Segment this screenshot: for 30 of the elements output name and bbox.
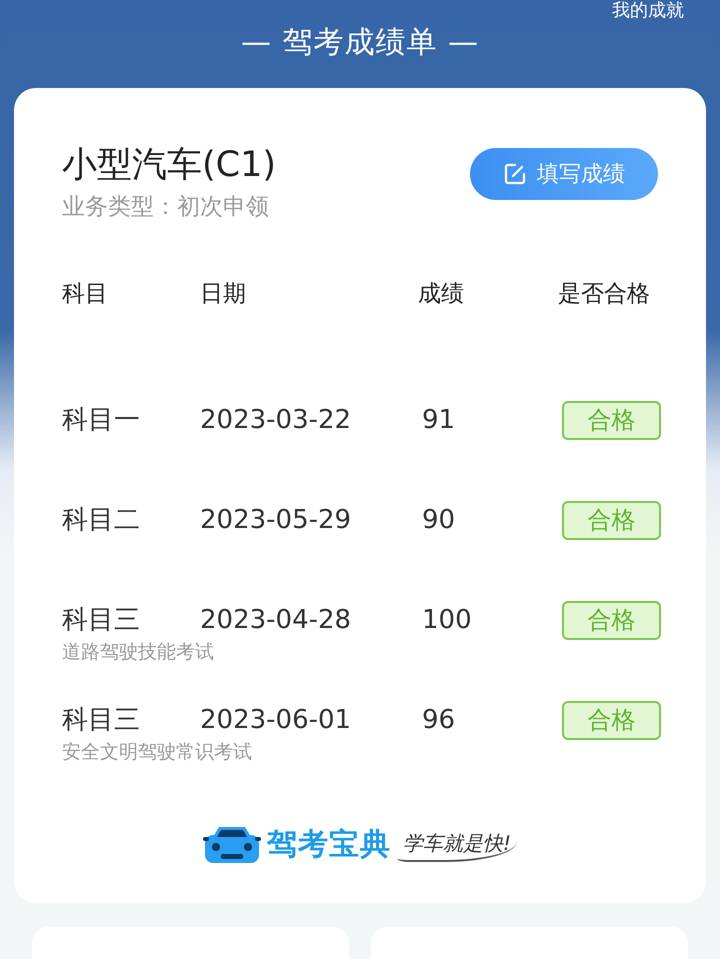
score-cell-text: 90 bbox=[422, 504, 456, 536]
result-tag: 合格 bbox=[562, 700, 661, 740]
business-type: 业务类型：初次申领 bbox=[62, 193, 270, 222]
achievements-link[interactable]: 我的成就 bbox=[612, 0, 684, 22]
exam-note: 安全文明驾驶常识考试 bbox=[62, 740, 252, 765]
column-header: 科目 bbox=[62, 280, 109, 308]
subject-cell-text: 科目二 bbox=[62, 504, 141, 536]
date-cell-text: 2023-03-22 bbox=[200, 404, 352, 436]
date-cell-text: 2023-06-01 bbox=[200, 704, 352, 736]
date-cell-text: 2023-05-29 bbox=[200, 504, 352, 536]
result-tag: 合格 bbox=[562, 500, 661, 540]
subject-cell-text: 科目一 bbox=[62, 404, 141, 436]
column-header: 日期 bbox=[200, 280, 247, 308]
subject-cell-text: 科目三 bbox=[62, 604, 141, 637]
edit-icon bbox=[503, 162, 527, 186]
result-tag: 合格 bbox=[562, 600, 661, 640]
page-title: — 驾考成绩单 — bbox=[240, 24, 480, 62]
brand-slogan: 学车就是快! bbox=[396, 828, 518, 862]
vehicle-type: 小型汽车(C1) bbox=[62, 144, 276, 186]
subject-cell-text: 科目三 bbox=[62, 704, 141, 737]
score-cell-text: 100 bbox=[422, 604, 473, 636]
exam-note: 道路驾驶技能考试 bbox=[62, 640, 214, 665]
date-cell-text: 2023-04-28 bbox=[200, 604, 352, 636]
column-header: 成绩 bbox=[418, 280, 465, 308]
car-logo-icon bbox=[202, 824, 261, 864]
score-cell-text: 91 bbox=[422, 404, 456, 436]
score-cell-text: 96 bbox=[422, 704, 456, 736]
column-header: 是否合格 bbox=[558, 280, 651, 308]
result-tag: 合格 bbox=[562, 400, 661, 440]
brand-name: 驾考宝典 bbox=[266, 826, 391, 864]
